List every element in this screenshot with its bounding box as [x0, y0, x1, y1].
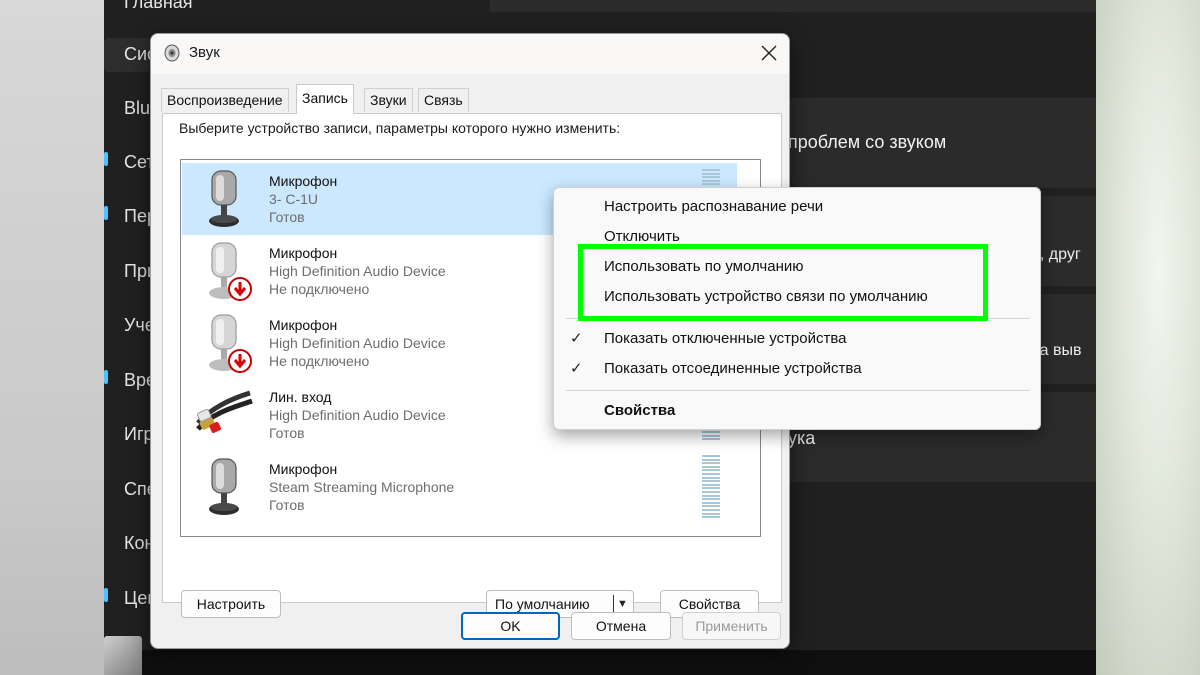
ok-button[interactable]: OK — [461, 612, 560, 640]
device-text: Микрофон High Definition Audio Device Не… — [269, 244, 446, 298]
nav-dot — [104, 152, 108, 166]
device-status: Готов — [269, 425, 305, 441]
split-separator — [613, 595, 614, 613]
microphone-disconnected-icon — [209, 314, 252, 373]
speaker-icon — [164, 44, 180, 62]
device-text: Микрофон High Definition Audio Device Не… — [269, 316, 446, 370]
device-thumbnail — [104, 636, 142, 675]
checkmark-icon: ✓ — [570, 330, 583, 347]
menu-item-set-default-communication[interactable]: Использовать устройство связи по умолчан… — [604, 284, 928, 310]
menu-item-properties[interactable]: Свойства — [604, 398, 675, 424]
settings-card-label: ука — [788, 428, 816, 448]
menu-item-configure-speech[interactable]: Настроить распознавание речи — [604, 194, 823, 220]
device-text: Микрофон 3- C-1U Готов — [269, 172, 337, 226]
nav-dot — [104, 206, 108, 220]
menu-item-show-disabled[interactable]: Показать отключенные устройства — [604, 326, 847, 352]
tab-communications[interactable]: Связь — [418, 88, 469, 112]
instruction-text: Выберите устройство записи, параметры ко… — [179, 120, 621, 136]
dialog-title: Звук — [189, 44, 220, 61]
device-model: 3- C-1U — [269, 191, 319, 207]
device-text: Микрофон Steam Streaming Microphone Гото… — [269, 460, 454, 514]
menu-separator — [566, 318, 1030, 319]
nav-item-home[interactable]: Главная — [124, 0, 193, 17]
microphone-icon — [209, 170, 239, 227]
menu-separator — [566, 390, 1030, 391]
level-meter — [702, 431, 722, 442]
nav-item-bluetooth[interactable]: Blu — [124, 93, 150, 123]
device-name: Микрофон — [269, 173, 338, 189]
device-text: Лин. вход High Definition Audio Device Г… — [269, 388, 446, 442]
set-default-label: По умолчанию — [495, 596, 590, 612]
dialog-titlebar: Звук — [151, 34, 789, 74]
microphone-disconnected-icon — [209, 242, 252, 301]
device-model: Steam Streaming Microphone — [269, 479, 455, 495]
context-menu: Настроить распознавание речи Отключить И… — [553, 187, 1041, 430]
close-button[interactable] — [749, 36, 789, 70]
microphone-icon — [209, 458, 239, 515]
device-name: Лин. вход — [269, 389, 332, 405]
checkmark-icon: ✓ — [570, 360, 583, 377]
taskbar-strip — [104, 650, 1096, 675]
device-name: Микрофон — [269, 461, 338, 477]
nav-dot — [104, 588, 108, 602]
close-icon — [761, 45, 777, 61]
device-name: Микрофон — [269, 245, 338, 261]
configure-button[interactable]: Настроить — [181, 590, 281, 618]
nav-dot — [104, 370, 108, 384]
menu-item-disable[interactable]: Отключить — [604, 224, 680, 250]
line-in-cable-icon — [196, 390, 253, 433]
device-model: High Definition Audio Device — [269, 335, 446, 351]
troubleshoot-card[interactable]: проблем со звуком — [788, 98, 1096, 188]
level-meter — [702, 455, 722, 520]
device-status: Готов — [269, 497, 305, 513]
menu-item-show-disconnected[interactable]: Показать отсоединенные устройства — [604, 356, 862, 382]
blurred-background-left — [0, 0, 104, 675]
tab-sounds[interactable]: Звуки — [364, 88, 413, 112]
device-model: High Definition Audio Device — [269, 263, 446, 279]
tab-playback[interactable]: Воспроизведение — [161, 88, 289, 112]
cancel-button[interactable]: Отмена — [571, 612, 671, 640]
device-model: High Definition Audio Device — [269, 407, 446, 423]
device-status: Готов — [269, 209, 305, 225]
blurred-background-right — [1096, 0, 1200, 675]
level-meter — [702, 169, 722, 187]
settings-top-bar — [490, 0, 1096, 12]
menu-item-set-default[interactable]: Использовать по умолчанию — [604, 254, 803, 280]
troubleshoot-card-label: проблем со звуком — [788, 132, 947, 152]
tab-recording[interactable]: Запись — [296, 84, 354, 114]
device-row[interactable]: Микрофон Steam Streaming Microphone Гото… — [182, 451, 737, 523]
apply-button[interactable]: Применить — [682, 612, 781, 640]
device-status: Не подключено — [269, 281, 370, 297]
device-status: Не подключено — [269, 353, 370, 369]
device-name: Микрофон — [269, 317, 338, 333]
